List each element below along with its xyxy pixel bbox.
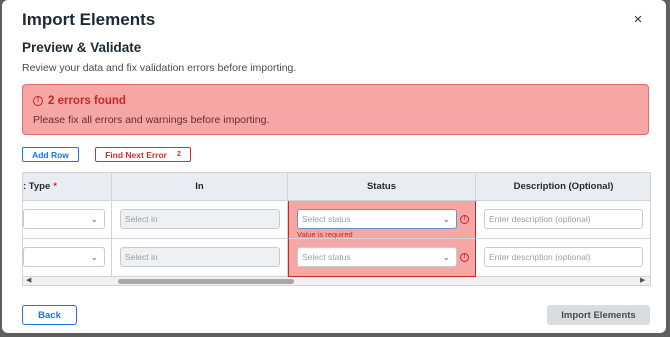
error-circle-icon: ! — [460, 215, 469, 224]
in-select[interactable]: Select in — [120, 209, 280, 229]
type-select[interactable]: ⌄ — [23, 247, 105, 267]
type-select[interactable]: ⌄ — [23, 209, 105, 229]
horizontal-scrollbar[interactable]: ◀ ▶ — [23, 277, 650, 285]
table-row-2-in-cell: Select in — [112, 239, 288, 277]
table-row-1-description-cell: Enter description (optional) — [476, 201, 650, 239]
chevron-down-icon: ⌄ — [442, 214, 450, 224]
status-placeholder: Select status — [302, 252, 351, 262]
chevron-down-icon: ⌄ — [90, 252, 98, 262]
required-marker: * — [53, 181, 57, 192]
table-row-2-description-cell: Enter description (optional) — [476, 239, 650, 277]
chevron-down-icon: ⌄ — [442, 252, 450, 262]
table-row-1-status-cell: Select status ⌄ ! Value is required — [288, 201, 476, 239]
import-elements-modal: Import Elements × Preview & Validate Rev… — [2, 0, 666, 333]
section-subtitle: Review your data and fix validation erro… — [22, 62, 297, 74]
column-header-description: Description (Optional) — [476, 173, 650, 201]
error-banner-heading: ! 2 errors found — [33, 95, 126, 107]
close-icon[interactable]: × — [628, 10, 648, 30]
in-select[interactable]: Select in — [120, 247, 280, 267]
error-count-text: 2 errors found — [48, 95, 126, 107]
description-input[interactable]: Enter description (optional) — [484, 209, 643, 229]
scroll-thumb[interactable] — [118, 279, 294, 284]
chevron-down-icon: ⌄ — [90, 214, 98, 224]
import-elements-button[interactable]: Import Elements — [547, 305, 650, 325]
status-select[interactable]: Select status ⌄ — [297, 247, 457, 267]
column-header-status: Status — [288, 173, 476, 201]
modal-title: Import Elements — [22, 10, 156, 29]
back-button[interactable]: Back — [22, 305, 77, 325]
find-next-error-label: Find Next Error — [105, 149, 167, 160]
scroll-left-icon[interactable]: ◀ — [26, 277, 31, 285]
table-row-1-in-cell: Select in — [112, 201, 288, 239]
column-header-in: In — [112, 173, 288, 201]
table-row-2-type-cell: ⌄ — [23, 239, 112, 277]
scroll-right-icon[interactable]: ▶ — [640, 277, 645, 285]
add-row-button[interactable]: Add Row — [22, 147, 79, 162]
error-banner-message: Please fix all errors and warnings befor… — [33, 114, 270, 126]
error-circle-icon: ! — [460, 253, 469, 262]
section-title: Preview & Validate — [22, 40, 142, 55]
error-count-badge: 2 — [176, 151, 181, 158]
error-banner: ! 2 errors found Please fix all errors a… — [22, 84, 649, 135]
column-header-type-label: : Type — [23, 181, 51, 192]
status-placeholder: Select status — [302, 214, 351, 224]
description-input[interactable]: Enter description (optional) — [484, 247, 643, 267]
table-row-2-status-cell: Select status ⌄ ! — [288, 239, 476, 277]
status-error-message: Value is required — [297, 230, 353, 239]
column-header-type: : Type * — [23, 173, 112, 201]
find-next-error-button[interactable]: Find Next Error 2 — [95, 147, 191, 162]
alert-circle-icon: ! — [33, 96, 43, 106]
import-table: : Type * In Status Description (Optional… — [22, 172, 651, 286]
status-select[interactable]: Select status ⌄ — [297, 209, 457, 229]
table-row-1-type-cell: ⌄ — [23, 201, 112, 239]
